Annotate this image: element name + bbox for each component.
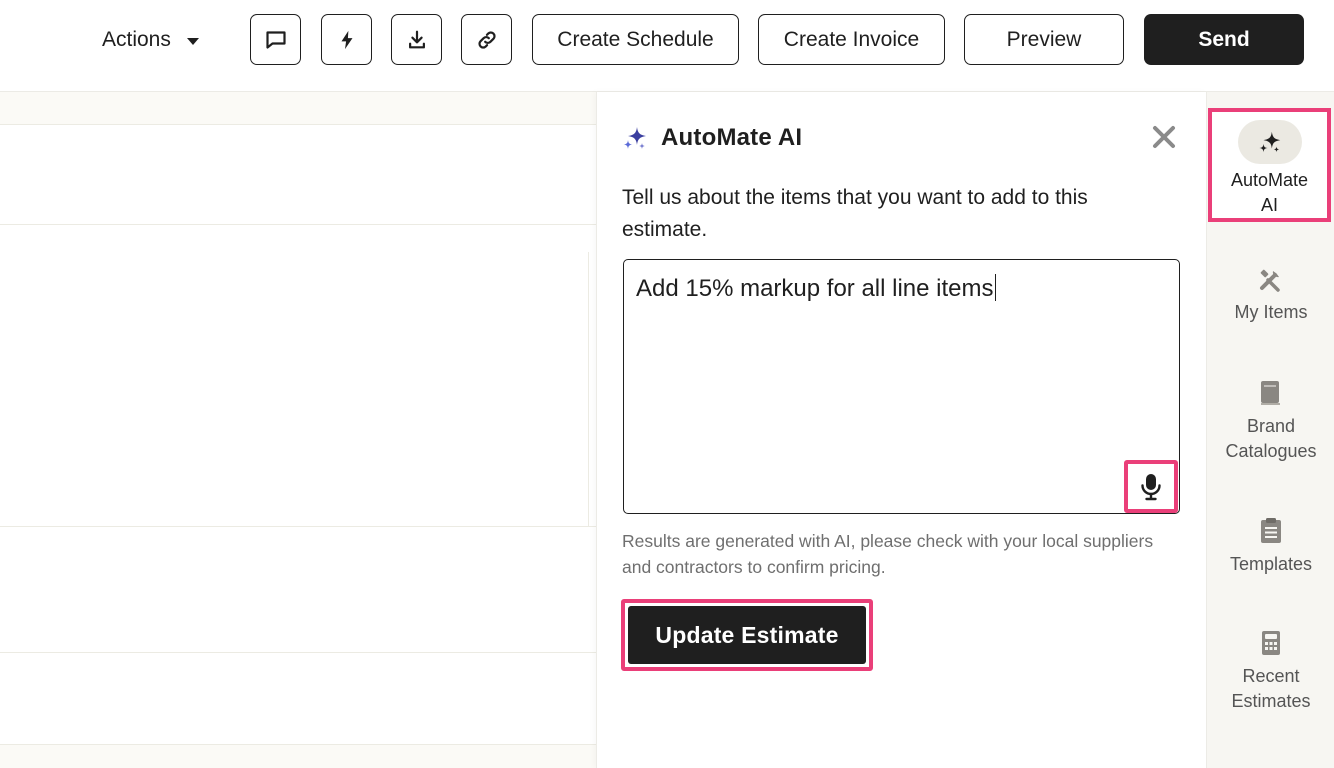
panel-description: Tell us about the items that you want to… bbox=[622, 186, 1088, 241]
close-button[interactable] bbox=[1149, 122, 1179, 152]
bolt-icon bbox=[341, 30, 352, 49]
sidebar-item-label: Templates bbox=[1229, 554, 1313, 574]
close-icon bbox=[1153, 126, 1175, 148]
divider bbox=[0, 224, 596, 225]
comment-icon bbox=[265, 30, 286, 49]
prompt-value: Add 15% markup for all line items bbox=[636, 275, 994, 302]
tools-icon bbox=[1256, 264, 1286, 294]
sidebar-item-templates[interactable]: Templates bbox=[1207, 516, 1334, 577]
sidebar-item-my-items[interactable]: My Items bbox=[1207, 264, 1334, 325]
doc-header-strip bbox=[0, 92, 596, 124]
automate-ai-panel: AutoMate AI Tell us about the items that… bbox=[596, 92, 1206, 768]
prompt-textarea[interactable]: Add 15% markup for all line items bbox=[623, 259, 1180, 514]
sidebar-item-automate-ai[interactable]: AutoMate AI bbox=[1208, 108, 1331, 222]
create-invoice-button[interactable]: Create Invoice bbox=[758, 14, 945, 65]
divider bbox=[0, 652, 596, 653]
download-icon bbox=[408, 30, 425, 48]
prompt-text-wrapper: Add 15% markup for all line items bbox=[636, 274, 1136, 303]
calculator-icon bbox=[1256, 628, 1286, 658]
sidebar-icon-pill bbox=[1237, 120, 1302, 164]
sidebar-item-label: Brand Catalogues bbox=[1225, 416, 1317, 461]
book-icon bbox=[1256, 378, 1286, 408]
link-icon bbox=[477, 30, 496, 49]
send-button[interactable]: Send bbox=[1144, 14, 1304, 65]
divider bbox=[0, 526, 596, 527]
quick-action-button[interactable] bbox=[321, 14, 372, 65]
estimate-document-area bbox=[0, 92, 596, 768]
sparkle-icon bbox=[1258, 131, 1280, 153]
voice-input-button[interactable] bbox=[1124, 460, 1178, 513]
panel-title: AutoMate AI bbox=[661, 124, 803, 151]
preview-button[interactable]: Preview bbox=[964, 14, 1124, 65]
comment-button[interactable] bbox=[250, 14, 301, 65]
microphone-icon bbox=[1141, 473, 1161, 500]
create-schedule-button[interactable]: Create Schedule bbox=[532, 14, 739, 65]
top-toolbar: Actions Create Schedule Create Invoice P… bbox=[0, 0, 1334, 92]
sidebar-item-label: AutoMate AI bbox=[1230, 170, 1309, 215]
sparkle-icon bbox=[623, 127, 646, 149]
divider bbox=[588, 252, 589, 526]
update-estimate-button[interactable]: Update Estimate bbox=[628, 606, 866, 664]
sidebar-item-recent-estimates[interactable]: Recent Estimates bbox=[1207, 628, 1334, 714]
update-estimate-highlight: Update Estimate bbox=[621, 599, 873, 671]
panel-header: AutoMate AI bbox=[621, 122, 802, 154]
actions-dropdown[interactable]: Actions bbox=[102, 22, 199, 58]
text-cursor bbox=[994, 274, 996, 301]
clipboard-icon bbox=[1256, 516, 1286, 546]
sidebar-item-label: My Items bbox=[1234, 302, 1308, 322]
copy-link-button[interactable] bbox=[461, 14, 512, 65]
ai-disclaimer: Results are generated with AI, please ch… bbox=[622, 531, 1154, 577]
sidebar-item-label: Recent Estimates bbox=[1231, 666, 1311, 711]
divider bbox=[0, 124, 596, 125]
download-button[interactable] bbox=[391, 14, 442, 65]
sidebar-item-brand-catalogues[interactable]: Brand Catalogues bbox=[1207, 378, 1334, 464]
right-sidebar: AutoMate AI My Items Brand Catalogues Te… bbox=[1206, 92, 1334, 768]
doc-footer-strip bbox=[0, 745, 596, 768]
chevron-down-icon bbox=[186, 37, 199, 45]
actions-label: Actions bbox=[102, 28, 171, 51]
